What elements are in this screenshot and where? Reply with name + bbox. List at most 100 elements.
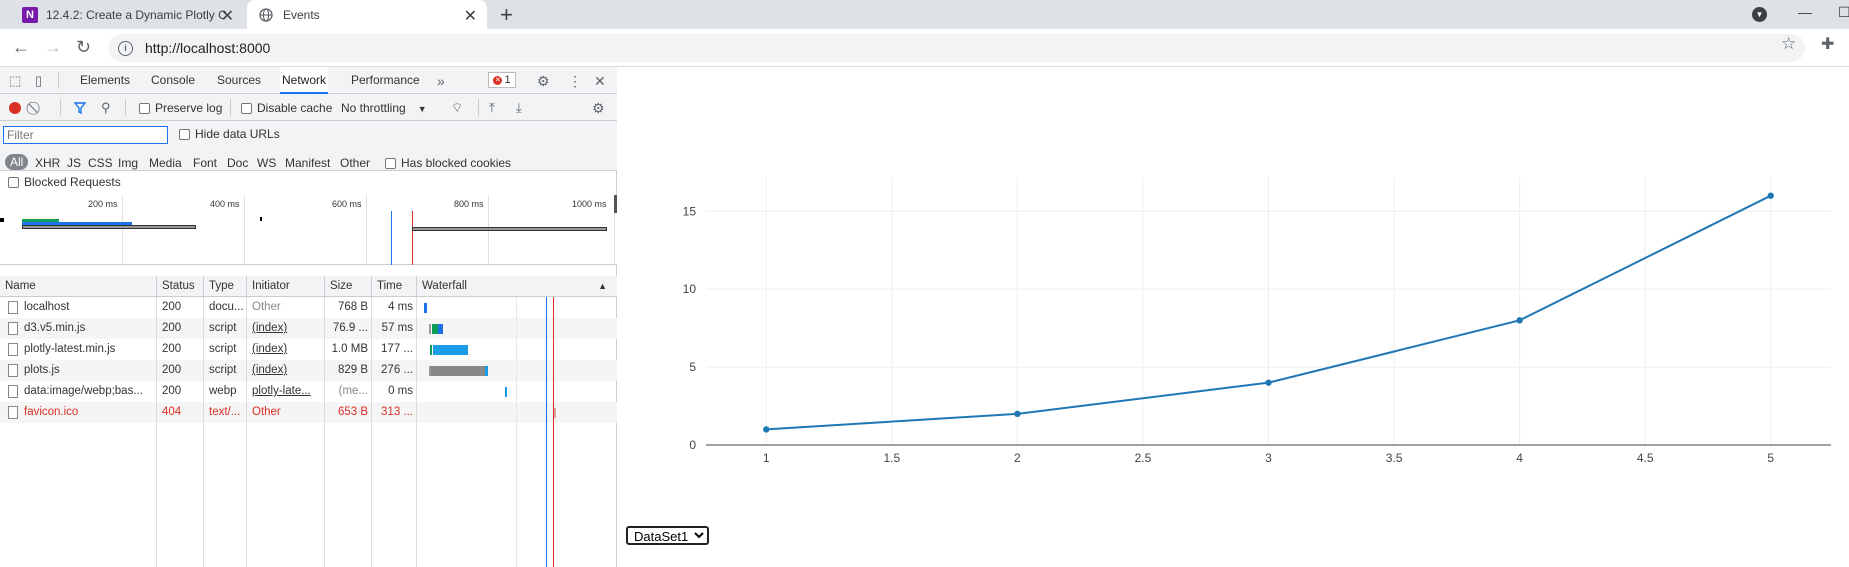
filter-type-doc[interactable]: Doc: [224, 155, 251, 171]
extensions-icon[interactable]: ✚: [1821, 34, 1834, 54]
import-har-icon[interactable]: ⤒: [489, 100, 495, 116]
cell-size: (me...: [338, 385, 368, 397]
browser-tab-events[interactable]: Events ✕: [247, 0, 487, 29]
record-icon[interactable]: [9, 102, 21, 114]
filter-type-font[interactable]: Font: [190, 155, 220, 171]
filter-type-img[interactable]: Img: [115, 155, 141, 171]
x-tick-label: 1: [763, 451, 770, 465]
data-point[interactable]: [1767, 192, 1774, 199]
devtools-panel: ⬚ ▯ Elements Console Sources Network Per…: [0, 67, 617, 567]
error-icon: ✕: [493, 75, 503, 85]
network-overview-timeline[interactable]: 200 ms 400 ms 600 ms 800 ms 1000 ms: [0, 195, 617, 265]
device-toolbar-icon[interactable]: ▯: [35, 73, 42, 89]
close-devtools-icon[interactable]: ✕: [594, 73, 606, 90]
has-blocked-cookies-checkbox[interactable]: Has blocked cookies: [385, 156, 511, 170]
kebab-menu-icon[interactable]: ⋮: [568, 73, 582, 90]
x-tick-label: 4.5: [1637, 451, 1654, 465]
error-count-badge[interactable]: ✕ 1: [488, 72, 516, 88]
overview-tick: 1000 ms: [572, 199, 607, 209]
tab-sources[interactable]: Sources: [217, 67, 261, 94]
table-row[interactable]: localhost 200 docu... Other 768 B 4 ms: [0, 297, 617, 318]
address-bar-row: ← → ↻ i http://localhost:8000 ☆ ✚: [0, 29, 1849, 67]
browser-tab-notebook[interactable]: N 12.4.2: Create a Dynamic Plotly C ✕: [16, 0, 244, 29]
filter-type-xhr[interactable]: XHR: [32, 155, 63, 171]
cell-size: 653 B: [337, 406, 368, 418]
reload-icon[interactable]: ↻: [76, 37, 91, 58]
tab-search-icon[interactable]: ▼: [1752, 7, 1767, 22]
table-row[interactable]: favicon.ico 404 text/... Other 653 B 313 ...: [0, 402, 617, 423]
table-row[interactable]: data:image/webp;bas... 200 webp plotly-late…: [0, 381, 617, 402]
tab-title: Events: [283, 7, 320, 22]
col-header-name[interactable]: Name: [0, 276, 157, 297]
cell-initiator: Other: [252, 406, 281, 418]
filter-input[interactable]: [3, 126, 168, 144]
data-point[interactable]: [1014, 410, 1021, 418]
bookmark-star-icon[interactable]: ☆: [1781, 34, 1796, 54]
data-point[interactable]: [763, 426, 770, 433]
col-header-type[interactable]: Type: [204, 276, 247, 297]
preserve-log-checkbox[interactable]: Preserve log: [139, 101, 222, 115]
x-tick-label: 2: [1014, 451, 1021, 465]
filter-type-js[interactable]: JS: [64, 155, 84, 171]
filter-icon[interactable]: [74, 102, 86, 114]
cell-initiator[interactable]: (index): [247, 318, 325, 339]
x-tick-label: 5: [1767, 451, 1774, 465]
cell-initiator[interactable]: (index): [247, 360, 325, 381]
hide-data-urls-checkbox[interactable]: Hide data URLs: [179, 127, 280, 141]
back-icon[interactable]: ←: [12, 37, 30, 58]
cell-initiator[interactable]: plotly-late...: [247, 381, 325, 402]
close-tab-icon[interactable]: ✕: [221, 6, 234, 26]
network-conditions-icon[interactable]: ⌔: [451, 100, 463, 116]
site-info-icon[interactable]: i: [118, 40, 133, 56]
tab-title: 12.4.2: Create a Dynamic Plotly C: [46, 7, 227, 22]
close-tab-icon[interactable]: ✕: [464, 6, 477, 26]
browser-tab-strip: N 12.4.2: Create a Dynamic Plotly C ✕ Ev…: [0, 0, 1849, 29]
minimize-icon[interactable]: —: [1798, 4, 1812, 20]
data-point[interactable]: [1516, 317, 1523, 324]
tab-network[interactable]: Network: [280, 67, 329, 94]
col-header-waterfall[interactable]: Waterfall ▲: [417, 276, 617, 297]
tab-performance[interactable]: Performance: [351, 67, 420, 94]
table-row[interactable]: plotly-latest.min.js 200 script (index) 1.0 …: [0, 339, 617, 360]
table-row[interactable]: d3.v5.min.js 200 script (index) 76.9 ... 57 m…: [0, 318, 617, 339]
cell-type: docu...: [209, 301, 244, 313]
filter-type-all[interactable]: All: [5, 154, 29, 170]
maximize-icon[interactable]: ☐: [1838, 4, 1849, 21]
network-settings-icon[interactable]: ⚙: [592, 100, 605, 117]
cell-size: 768 B: [337, 301, 368, 313]
tab-console[interactable]: Console: [151, 67, 195, 94]
search-icon[interactable]: ⚲: [101, 100, 111, 116]
x-tick-label: 3.5: [1386, 451, 1403, 465]
col-header-status[interactable]: Status: [157, 276, 204, 297]
export-har-icon[interactable]: ⤓: [516, 100, 522, 116]
inspect-element-icon[interactable]: ⬚: [9, 73, 21, 89]
cell-time: 177 ...: [381, 343, 413, 355]
blocked-requests-checkbox[interactable]: Blocked Requests: [8, 175, 121, 189]
disable-cache-checkbox[interactable]: Disable cache: [241, 101, 332, 115]
filter-type-ws[interactable]: WS: [254, 155, 279, 171]
cell-size: 829 B: [337, 364, 368, 376]
table-row[interactable]: plots.js 200 script (index) 829 B 276 ...: [0, 360, 617, 381]
more-tabs-icon[interactable]: »: [437, 73, 445, 89]
settings-gear-icon[interactable]: ⚙: [537, 73, 550, 90]
col-header-initiator[interactable]: Initiator: [247, 276, 325, 297]
line-chart[interactable]: 1 1.5 2 2.5 3 3.5 4 4.5 5 0 5 10 15: [618, 67, 1849, 517]
dataset-dropdown[interactable]: DataSet1: [626, 526, 709, 545]
filter-type-css[interactable]: CSS: [85, 155, 116, 171]
forward-icon[interactable]: →: [44, 37, 62, 58]
col-header-time[interactable]: Time: [372, 276, 417, 297]
overview-tick: 800 ms: [454, 199, 484, 209]
throttling-select[interactable]: No throttling ▼: [341, 101, 427, 115]
url-field[interactable]: i http://localhost:8000: [108, 34, 1805, 62]
new-tab-icon[interactable]: +: [500, 2, 513, 28]
cell-name: favicon.ico: [24, 406, 79, 418]
filter-type-other[interactable]: Other: [337, 155, 373, 171]
data-point[interactable]: [1265, 379, 1272, 386]
filter-type-manifest[interactable]: Manifest: [282, 155, 333, 171]
url-text: http://localhost:8000: [145, 40, 271, 56]
col-header-size[interactable]: Size: [325, 276, 372, 297]
waterfall-bar: [505, 387, 507, 397]
cell-initiator[interactable]: (index): [247, 339, 325, 360]
filter-type-media[interactable]: Media: [146, 155, 185, 171]
tab-elements[interactable]: Elements: [80, 67, 130, 94]
